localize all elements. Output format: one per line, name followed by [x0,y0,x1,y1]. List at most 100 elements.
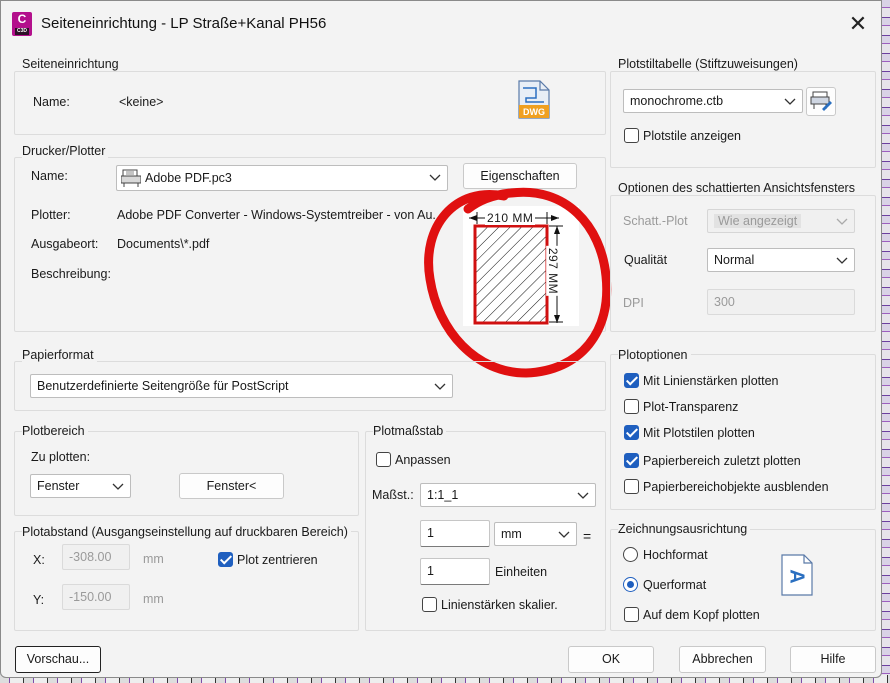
paper-format-value: Benutzerdefinierte Seitengröße für PostS… [37,379,289,393]
printer-name-label: Name: [31,169,68,183]
plot-with-styles-label: Mit Plotstilen plotten [643,426,755,440]
help-button[interactable]: Hilfe [790,646,876,673]
paper-format-group-label: Papierformat [22,348,97,362]
properties-button[interactable]: Eigenschaften [463,163,577,189]
plot-area-group-label: Plotbereich [22,424,88,438]
plot-upside-down-checkbox[interactable] [624,607,639,622]
paper-format-select[interactable]: Benutzerdefinierte Seitengröße für PostS… [30,374,453,398]
shade-plot-label: Schatt.-Plot [623,214,688,228]
scale-lineweights-label: Linienstärken skalier. [441,598,558,612]
plot-center-checkbox[interactable] [218,552,233,567]
plot-paperspace-last-checkbox[interactable] [624,453,639,468]
dpi-label: DPI [623,296,644,310]
scale-lineweights-checkbox[interactable] [422,597,437,612]
equals-sign: = [583,528,592,544]
quality-value: Normal [714,253,755,267]
chevron-down-icon [836,210,848,232]
plot-style-table-group [610,71,876,168]
hide-paperspace-objects-label: Papierbereichobjekte ausblenden [643,480,829,494]
chevron-down-icon [434,375,446,397]
chevron-down-icon [429,166,441,188]
plot-with-styles-checkbox[interactable] [624,425,639,440]
printer-group-label: Drucker/Plotter [22,144,109,158]
window-title: Seiteneinrichtung - LP Straße+Kanal PH56 [41,15,327,32]
scale-unit-value: mm [501,527,522,541]
plot-transparency-checkbox[interactable] [624,399,639,414]
orientation-landscape-icon: A [780,554,814,596]
title-bar: C C3D Seiteneinrichtung - LP Straße+Kana… [1,1,881,47]
dwg-file-icon: DWG [516,80,552,120]
portrait-radio[interactable] [623,547,638,562]
what-to-plot-select[interactable]: Fenster [30,474,131,498]
page-setup-name-value: <keine> [119,95,164,109]
plot-offset-group-label: Plotabstand (Ausgangseinstellung auf dru… [22,525,351,539]
scale-unit-select[interactable]: mm [494,522,577,546]
edit-plot-style-button[interactable] [806,87,836,116]
plot-scale-group-label: Plotmaßstab [373,424,447,438]
show-plot-styles-checkbox[interactable] [624,128,639,143]
quality-select[interactable]: Normal [707,248,855,272]
cancel-button[interactable]: Abbrechen [679,646,766,673]
close-icon[interactable]: ✕ [843,9,873,39]
shade-plot-value: Wie angezeigt [714,214,802,228]
dpi-input[interactable]: 300 [707,289,855,315]
plot-lineweights-label: Mit Linienstärken plotten [643,374,779,388]
page-setup-group-label: Seiteneinrichtung [22,57,122,71]
drawing-units-label: Einheiten [495,565,548,579]
scale-value: 1:1_1 [427,488,459,502]
offset-y-label: Y: [33,593,45,607]
chevron-down-icon [558,523,570,545]
plot-transparency-label: Plot-Transparenz [643,400,739,414]
page-setup-name-label: Name: [33,95,70,109]
plot-style-table-value: monochrome.ctb [630,94,724,108]
plot-lineweights-checkbox[interactable] [624,373,639,388]
offset-y-unit: mm [143,592,164,606]
paper-width-label: 210 MM [485,211,536,225]
plotter-value: Adobe PDF Converter - Windows-Systemtrei… [117,208,437,222]
paper-height-label: 297 MM [546,245,561,297]
scale-select[interactable]: 1:1_1 [420,483,596,507]
plot-style-editor-icon [810,91,832,111]
orientation-icon-letter: A [785,569,808,584]
window-select-button[interactable]: Fenster< [179,473,284,499]
chevron-down-icon [836,249,848,271]
quality-label: Qualität [624,253,668,267]
plot-options-group-label: Plotoptionen [618,348,691,362]
output-location-value: Documents\*.pdf [117,237,210,251]
orientation-group-label: Zeichnungsausrichtung [618,522,751,536]
offset-x-label: X: [33,553,45,567]
shaded-viewport-group-label: Optionen des schattierten Ansichtsfenste… [618,181,858,195]
portrait-label: Hochformat [643,548,708,562]
plotter-label: Plotter: [31,208,71,222]
offset-y-input[interactable]: -150.00 [62,584,130,610]
what-to-plot-value: Fenster [37,479,80,493]
scale-paper-units-input[interactable]: 1 [420,520,490,547]
fit-to-paper-checkbox[interactable] [376,452,391,467]
scale-label: Maßst.: [372,488,414,502]
preview-button[interactable]: Vorschau... [15,646,101,673]
plot-style-table-select[interactable]: monochrome.ctb [623,89,803,113]
scale-drawing-units-input[interactable]: 1 [420,558,490,585]
paper-size-preview: 210 MM 297 MM [463,206,579,326]
shade-plot-select[interactable]: Wie angezeigt [707,209,855,233]
chevron-down-icon [784,90,796,112]
svg-text:DWG: DWG [523,107,545,117]
printer-select[interactable]: Adobe PDF.pc3 [116,165,448,191]
plot-upside-down-label: Auf dem Kopf plotten [643,608,760,622]
plot-style-table-group-label: Plotstiltabelle (Stiftzuweisungen) [618,57,801,71]
ok-button[interactable]: OK [568,646,654,673]
output-location-label: Ausgabeort: [31,237,99,251]
landscape-label: Querformat [643,578,707,592]
chevron-down-icon [577,484,589,506]
offset-x-input[interactable]: -308.00 [62,544,130,570]
landscape-radio[interactable] [623,577,638,592]
plot-center-label: Plot zentrieren [237,553,318,567]
hide-paperspace-objects-checkbox[interactable] [624,479,639,494]
fit-to-paper-label: Anpassen [395,453,451,467]
page-setup-dialog: C C3D Seiteneinrichtung - LP Straße+Kana… [0,0,882,678]
show-plot-styles-label: Plotstile anzeigen [643,129,741,143]
description-label: Beschreibung: [31,267,111,281]
offset-x-unit: mm [143,552,164,566]
plot-paperspace-last-label: Papierbereich zuletzt plotten [643,454,801,468]
what-to-plot-label: Zu plotten: [31,450,91,464]
